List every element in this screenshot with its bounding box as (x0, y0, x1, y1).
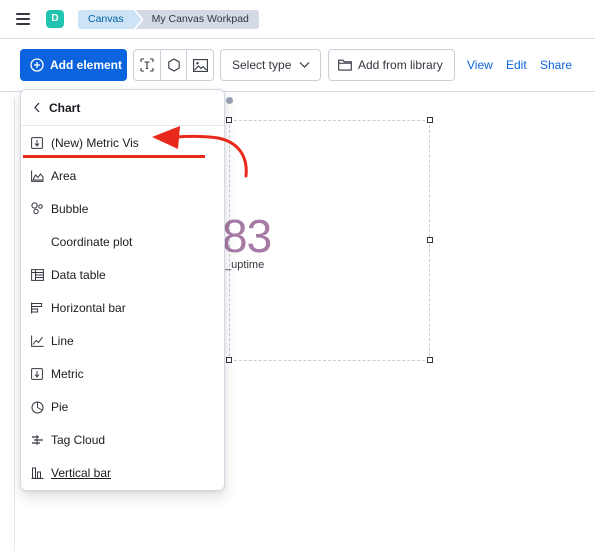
select-type-label: Select type (232, 58, 292, 72)
menu-item-label: Area (51, 168, 77, 183)
chevron-down-icon (299, 62, 310, 68)
menu-item-label: Coordinate plot (51, 234, 133, 249)
menu-item-horizontal-bar[interactable]: Horizontal bar (21, 291, 224, 324)
menu-item-label: Line (51, 334, 74, 349)
menu-item-label: Bubble (51, 201, 89, 216)
metric-value: 83 (222, 210, 272, 262)
add-element-button[interactable]: Add element (20, 49, 127, 81)
image-icon (192, 58, 208, 72)
resize-handle[interactable] (427, 357, 433, 363)
menu-item-bubble[interactable]: Bubble (21, 192, 224, 225)
add-from-library-button[interactable]: Add from library (328, 49, 455, 81)
select-type-dropdown[interactable]: Select type (220, 49, 321, 81)
metric-icon (30, 367, 44, 381)
horizontal-bar-icon (30, 301, 44, 315)
resize-handle[interactable] (427, 117, 433, 123)
add-text-button[interactable] (134, 50, 161, 80)
menu-item-pie[interactable]: Pie (21, 391, 224, 424)
resize-handle[interactable] (427, 237, 433, 243)
workpad-toolbar: Add element Select type Add from library… (0, 40, 595, 92)
menu-icon[interactable] (16, 13, 30, 25)
plus-in-circle-icon (30, 58, 44, 72)
menu-item-data-table[interactable]: Data table (21, 258, 224, 291)
breadcrumb-workpad: My Canvas Workpad (135, 10, 259, 29)
tag-cloud-icon (30, 433, 44, 447)
pie-chart-icon (30, 400, 44, 414)
menu-item-label: Pie (51, 400, 69, 415)
vertical-bar-icon (30, 466, 44, 480)
space-avatar[interactable]: D (46, 10, 64, 28)
menu-item-label: Tag Cloud (51, 433, 106, 448)
top-header: D Canvas My Canvas Workpad (0, 0, 595, 39)
chevron-left-icon (34, 102, 40, 113)
menu-back-button[interactable]: Chart (21, 90, 224, 126)
menu-item-line[interactable]: Line (21, 325, 224, 358)
breadcrumb-canvas[interactable]: Canvas (78, 10, 142, 29)
resize-handle[interactable] (226, 357, 232, 363)
menu-item-vertical-bar[interactable]: Vertical bar (21, 457, 224, 490)
add-element-label: Add element (50, 58, 123, 72)
edit-menu-button[interactable]: Edit (506, 58, 527, 72)
resize-handle[interactable] (226, 117, 232, 123)
share-menu-button[interactable]: Share (540, 58, 572, 72)
line-chart-icon (30, 334, 44, 348)
menu-item-label: Horizontal bar (51, 301, 126, 316)
hexagon-icon (167, 58, 180, 72)
add-shape-button[interactable] (161, 50, 188, 80)
menu-item-metric[interactable]: Metric (21, 358, 224, 391)
breadcrumb: Canvas My Canvas Workpad (78, 10, 259, 29)
add-element-popover: Chart (New) Metric Vis Area Bubble Coord… (20, 89, 225, 491)
menu-item-label: Data table (51, 267, 106, 282)
add-from-library-label: Add from library (358, 58, 443, 72)
menu-item-new-metric-vis[interactable]: (New) Metric Vis (21, 126, 224, 159)
menu-item-coordinate-plot[interactable]: Coordinate plot (21, 225, 224, 258)
menu-item-label: Metric (51, 367, 84, 382)
view-menu-button[interactable]: View (467, 58, 493, 72)
folder-icon (338, 59, 352, 71)
menu-item-tag-cloud[interactable]: Tag Cloud (21, 424, 224, 457)
bubble-chart-icon (30, 202, 44, 216)
area-chart-icon (30, 169, 44, 183)
add-image-button[interactable] (187, 50, 213, 80)
table-icon (30, 268, 44, 282)
text-box-icon (140, 58, 154, 72)
menu-item-area[interactable]: Area (21, 159, 224, 192)
page-indicator-dot (226, 97, 233, 104)
menu-item-label: (New) Metric Vis (51, 135, 139, 150)
menu-title: Chart (49, 100, 81, 115)
metric-icon (30, 136, 44, 150)
element-shortcuts (133, 49, 214, 81)
menu-item-label: Vertical bar (51, 466, 112, 481)
metric-label: t_uptime (222, 259, 265, 271)
